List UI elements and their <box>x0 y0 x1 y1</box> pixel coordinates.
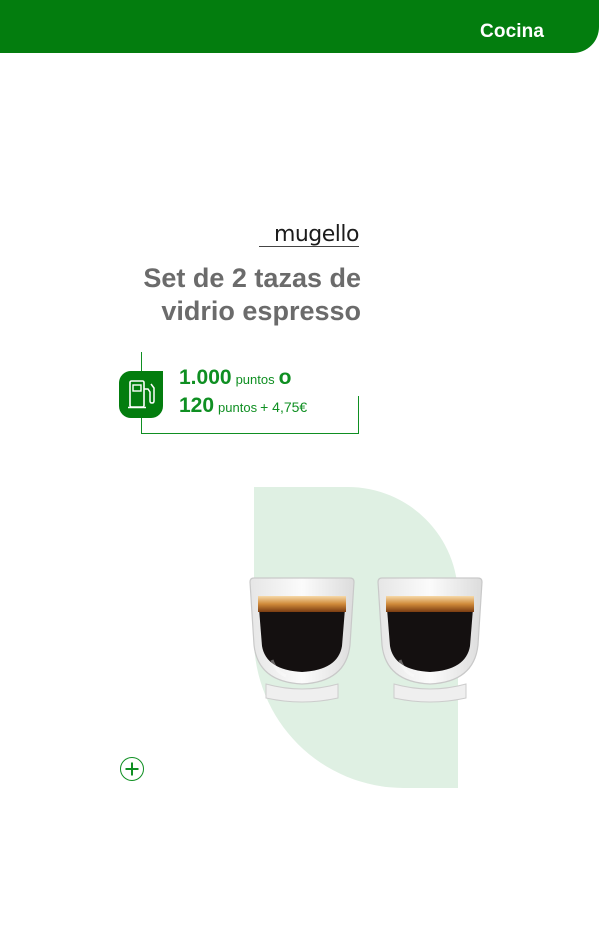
brand-logo-text: mugello <box>273 222 360 247</box>
price-points-value: 1.000 <box>179 366 232 389</box>
fuel-pump-icon <box>119 371 163 418</box>
fuel-pump-glyph <box>128 380 155 409</box>
espresso-cup-left <box>249 577 355 703</box>
price-separator: o <box>278 366 292 389</box>
price-option-points: 1.000 puntos o <box>179 366 291 390</box>
price-points-unit: puntos <box>235 372 275 387</box>
product-title-line-1: Set de 2 tazas de <box>143 263 361 293</box>
price-option-mixed: 120 puntos + 4,75€ <box>179 394 307 418</box>
category-title: Cocina <box>480 21 544 42</box>
brand-logo-underline <box>259 246 359 247</box>
product-image-espresso-cups <box>249 577 483 703</box>
price-box-frame <box>141 352 359 434</box>
espresso-cup-right <box>377 577 483 703</box>
brand-logo: mugello <box>259 222 360 247</box>
more-info-plus-button[interactable] <box>120 757 144 781</box>
price-mixed-points-value: 120 <box>179 394 215 417</box>
price-mixed-points-unit: puntos <box>218 400 258 415</box>
price-box-right-line <box>358 396 359 434</box>
price-mixed-extra: + 4,75€ <box>260 399 308 415</box>
price-box-bottom-line <box>141 433 359 434</box>
product-title-line-2: vidrio espresso <box>161 296 361 326</box>
product-title: Set de 2 tazas de vidrio espresso <box>143 262 361 328</box>
category-header-bar: Cocina <box>0 0 599 53</box>
